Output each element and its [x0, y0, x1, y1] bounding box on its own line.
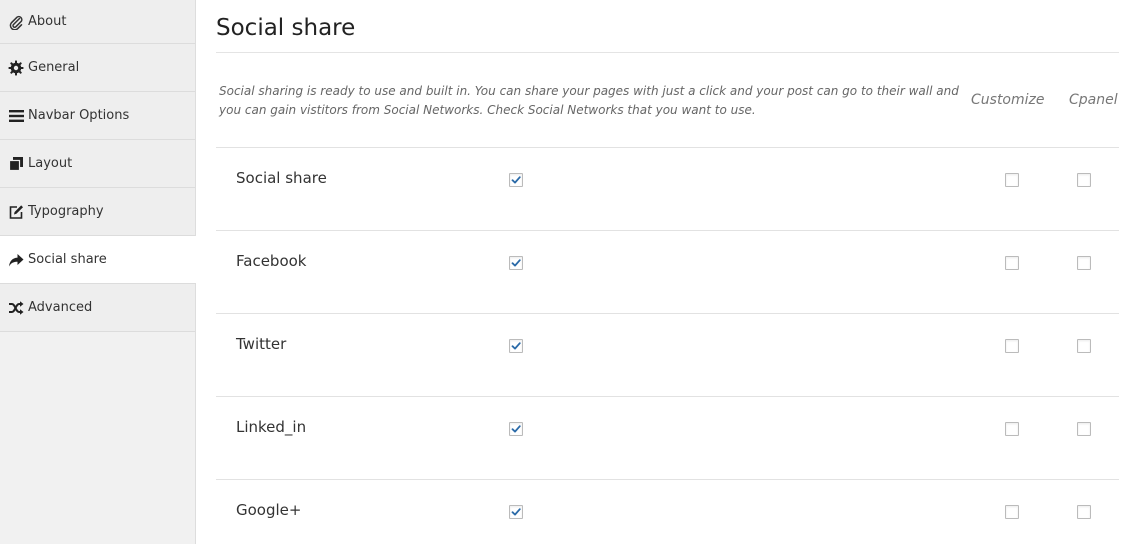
row-label: Twitter — [236, 335, 287, 353]
sidebar-item-layout[interactable]: Layout — [0, 140, 195, 188]
menu-bars-icon — [7, 108, 24, 124]
sidebar-item-label: Navbar Options — [28, 108, 130, 123]
row-label: Social share — [236, 169, 327, 187]
cpanel-checkbox[interactable] — [1077, 173, 1091, 187]
table-row: Twitter — [216, 313, 1119, 396]
shuffle-icon — [7, 300, 24, 316]
sidebar-item-general[interactable]: General — [0, 44, 195, 92]
customize-checkbox[interactable] — [1005, 256, 1019, 270]
sidebar-item-advanced[interactable]: Advanced — [0, 284, 195, 332]
sidebar-item-social-share[interactable]: Social share — [0, 236, 196, 284]
social-network-list: Social share Facebook Twitter Linked_in — [216, 147, 1119, 544]
sidebar-item-label: Typography — [28, 204, 104, 219]
title-divider — [216, 52, 1119, 53]
enable-checkbox[interactable] — [509, 339, 523, 353]
sidebar-item-label: Advanced — [28, 300, 93, 315]
page-title: Social share — [216, 15, 356, 41]
sidebar-item-about[interactable]: About — [0, 0, 195, 44]
checkmark-icon — [511, 176, 521, 184]
checkmark-icon — [511, 508, 521, 516]
cpanel-checkbox[interactable] — [1077, 256, 1091, 270]
customize-checkbox[interactable] — [1005, 173, 1019, 187]
main-content: Social share Social sharing is ready to … — [216, 0, 1119, 544]
sidebar-item-navbar-options[interactable]: Navbar Options — [0, 92, 195, 140]
sidebar-item-label: About — [28, 14, 67, 29]
table-row: Google+ — [216, 479, 1119, 544]
checkmark-icon — [511, 425, 521, 433]
table-row: Facebook — [216, 230, 1119, 313]
sidebar-item-typography[interactable]: Typography — [0, 188, 195, 236]
section-description: Social sharing is ready to use and built… — [219, 84, 959, 117]
cpanel-checkbox[interactable] — [1077, 339, 1091, 353]
enable-checkbox[interactable] — [509, 173, 523, 187]
enable-checkbox[interactable] — [509, 422, 523, 436]
checkmark-icon — [511, 259, 521, 267]
table-row: Social share — [216, 147, 1119, 230]
sidebar: About General Navbar Options Layout Typo… — [0, 0, 196, 544]
column-header-cpanel: Cpanel — [1069, 92, 1118, 108]
customize-checkbox[interactable] — [1005, 422, 1019, 436]
column-header-customize: Customize — [971, 92, 1045, 108]
row-label: Facebook — [236, 252, 307, 270]
row-label: Linked_in — [236, 418, 307, 436]
customize-checkbox[interactable] — [1005, 505, 1019, 519]
cpanel-checkbox[interactable] — [1077, 505, 1091, 519]
settings-panel: About General Navbar Options Layout Typo… — [0, 0, 1125, 544]
gear-icon — [7, 60, 24, 76]
checkmark-icon — [511, 342, 521, 350]
table-row: Linked_in — [216, 396, 1119, 479]
paperclip-icon — [7, 14, 24, 30]
cpanel-checkbox[interactable] — [1077, 422, 1091, 436]
edit-icon — [7, 204, 24, 220]
enable-checkbox[interactable] — [509, 256, 523, 270]
sidebar-item-label: Layout — [28, 156, 73, 171]
customize-checkbox[interactable] — [1005, 339, 1019, 353]
sidebar-item-label: General — [28, 60, 80, 75]
enable-checkbox[interactable] — [509, 505, 523, 519]
copy-icon — [7, 156, 24, 172]
sidebar-item-label: Social share — [28, 252, 107, 267]
share-arrow-icon — [7, 252, 24, 268]
row-label: Google+ — [236, 501, 302, 519]
